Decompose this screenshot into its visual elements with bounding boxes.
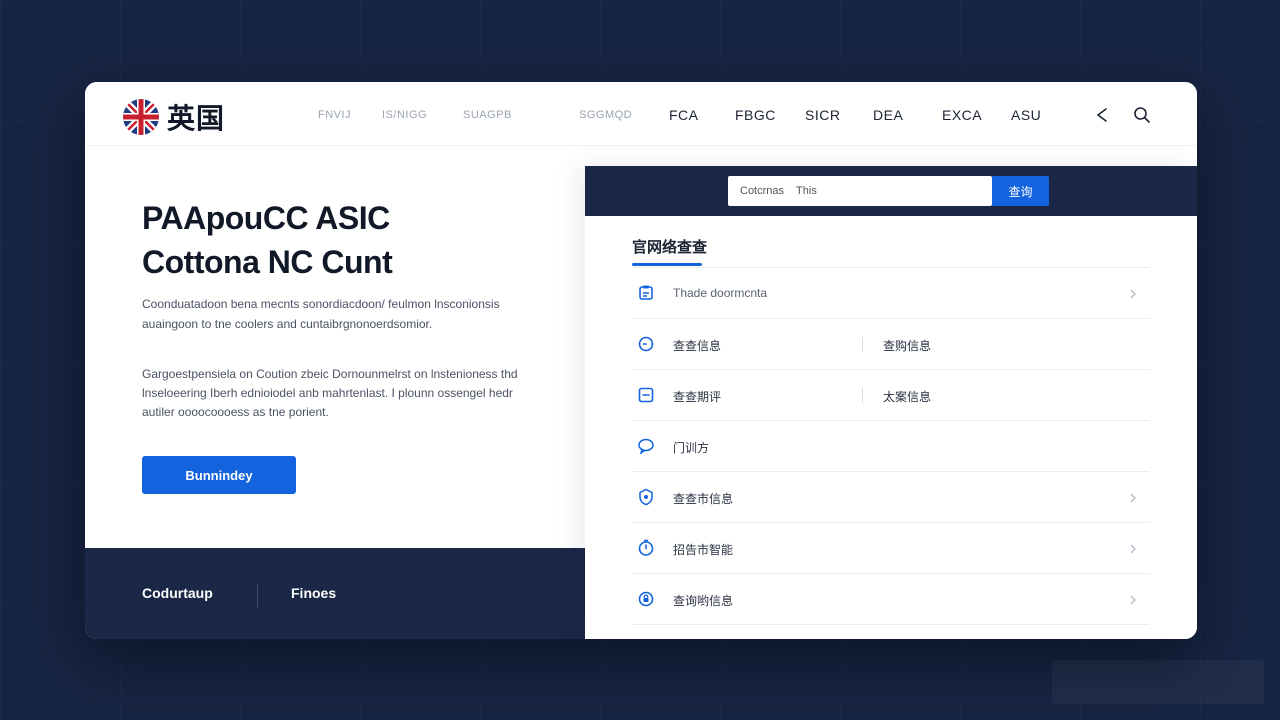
list-item-label: 查查市信息 [673,492,734,506]
nav-item-3[interactable]: SUAGPB [463,109,512,121]
chevron-right-icon [1128,542,1138,554]
hero-description: Coonduatadoon bena mecnts sonordiacdoon/… [142,297,500,331]
list-item[interactable]: 查查市信息 [632,472,1150,523]
section-title: 官网络查查 [632,239,708,256]
hero-title: PAApouCC ASIC Cottona NC Cunt [142,196,582,284]
list-item-label-secondary[interactable]: 太案信息 [883,388,931,405]
footer-divider [257,584,258,608]
list-item[interactable]: 查查期评 太案信息 [632,370,1150,421]
lookup-panel: 查询 官网络查查 Thade doormcnta 查查信息 查购信息 [585,166,1197,639]
minus-square-icon [637,386,655,404]
uk-flag-icon [123,99,159,135]
share-icon[interactable] [1093,106,1111,124]
list-item-label: 门训方 [673,441,710,455]
nav-item-sicr[interactable]: SICR [805,107,840,123]
lock-circle-icon [637,590,655,608]
logo[interactable]: 英国 [123,97,225,137]
nav-item-1[interactable]: FNVIJ [318,109,351,121]
hero-title-line-1: PAApouCC ASIC [142,200,390,236]
row-separator [862,337,863,352]
nav-item-4[interactable]: SGGMQD [579,109,632,121]
chat-bubble-icon [637,437,655,455]
list-item-label-secondary[interactable]: 查购信息 [883,337,931,354]
logo-text: 英国 [167,102,226,135]
section-title-underline [632,263,702,266]
hero-description-secondary: Gargoestpensiela on Coution zbeic Dornou… [142,367,518,419]
footer-bar: Codurtaup Finoes [85,548,585,639]
search-input[interactable] [728,176,992,206]
nav-item-fca[interactable]: FCA [669,107,699,123]
footer-link-1[interactable]: Codurtaup [142,585,213,601]
list-item-label: Thade doormcnta [673,286,768,300]
top-navigation-bar: 英国 FNVIJ IS/NIGG SUAGPB SGGMQD FCA FBGC … [85,82,1197,146]
panel-search-bar: 查询 [585,166,1197,216]
chevron-right-icon [1128,491,1138,503]
nav-item-2[interactable]: IS/NIGG [382,109,427,121]
list-item-label: 查查信息 [673,339,722,353]
list-item-label: 查询哟信息 [673,594,734,608]
chevron-right-icon [1128,287,1138,299]
list-item-label: 查查期评 [673,390,722,404]
chevron-right-icon [1128,593,1138,605]
list-item-label: 招告市智能 [673,543,734,557]
search-button[interactable]: 查询 [992,176,1049,206]
search-icon[interactable] [1133,106,1151,124]
nav-item-dea[interactable]: DEA [873,107,903,123]
primary-cta-button[interactable]: Bunnindey [142,456,296,494]
shield-icon [637,488,655,506]
timer-icon [637,539,655,557]
hero-title-line-2: Cottona NC Cunt [142,244,393,280]
document-icon [637,284,655,302]
main-card: 英国 FNVIJ IS/NIGG SUAGPB SGGMQD FCA FBGC … [85,82,1197,639]
list-item[interactable]: 查询哟信息 [632,574,1150,625]
nav-item-fbgc[interactable]: FBGC [735,107,776,123]
list-item[interactable]: 门训方 [632,421,1150,472]
footer-link-2[interactable]: Finoes [291,585,336,601]
list-item[interactable]: Thade doormcnta [632,268,1150,319]
row-separator [862,388,863,403]
nav-item-asu[interactable]: ASU [1011,107,1041,123]
clock-icon [637,335,655,353]
background-ghost-shape [1052,660,1264,704]
nav-item-exca[interactable]: EXCA [942,107,982,123]
list-item[interactable]: 查查信息 查购信息 [632,319,1150,370]
list-item[interactable]: 招告市智能 [632,523,1150,574]
